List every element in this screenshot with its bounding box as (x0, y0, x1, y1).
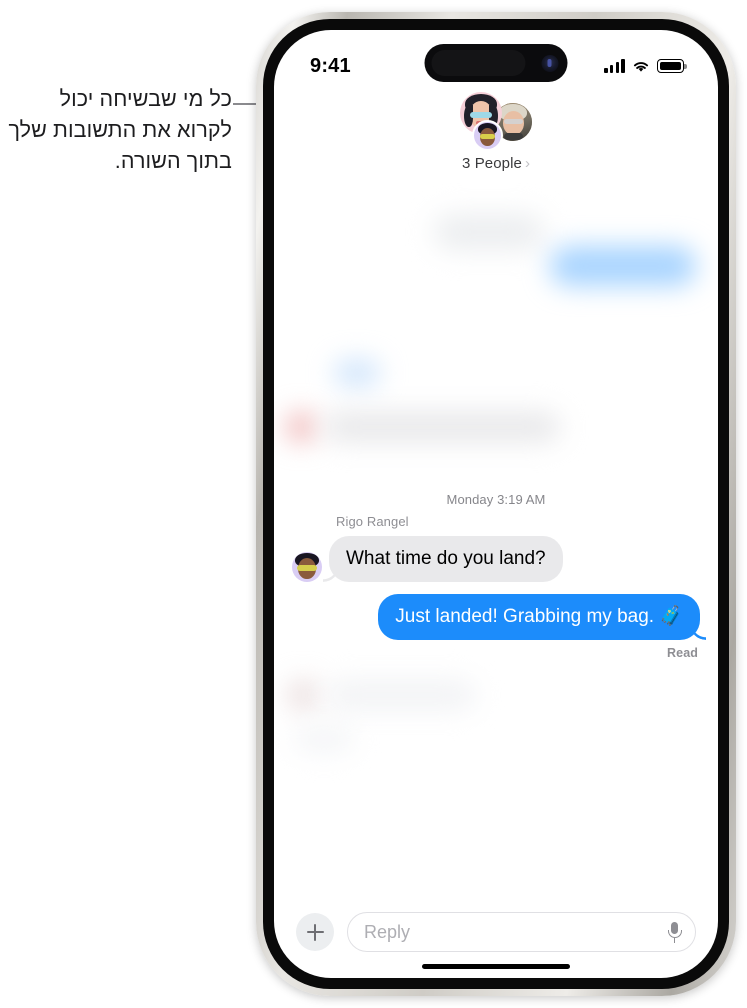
callout-text: כל מי שבשיחה יכול לקרוא את התשובות שלך ב… (8, 87, 232, 173)
dynamic-island (424, 44, 568, 82)
message-sender-name: Rigo Rangel (336, 514, 409, 529)
message-bubble-blurred (434, 214, 544, 250)
message-timestamp: Monday 3:19 AM (446, 492, 546, 507)
message-row-blurred (294, 726, 354, 752)
chevron-right-icon: › (525, 155, 531, 172)
message-row-incoming[interactable]: What time do you land? (292, 536, 563, 582)
status-bar-indicators (604, 58, 687, 73)
message-row-blurred (286, 412, 560, 442)
add-attachment-button[interactable] (296, 913, 334, 951)
avatar-memoji-purple[interactable] (472, 120, 503, 151)
message-bubble-blurred (334, 360, 380, 386)
signal-bars-icon (604, 58, 625, 73)
home-indicator[interactable] (422, 963, 570, 969)
wifi-icon (633, 61, 649, 72)
group-conversation-header[interactable]: 3 People › (274, 92, 718, 172)
battery-full-icon (657, 59, 687, 73)
read-receipt-status: Read (667, 646, 698, 660)
microphone-icon[interactable] (667, 921, 682, 943)
message-bubble-outgoing[interactable]: Just landed! Grabbing my bag. 🧳 (378, 594, 700, 640)
plus-icon (306, 923, 324, 941)
avatar-memoji-purple-small[interactable] (292, 552, 322, 582)
reply-placeholder: Reply (364, 921, 411, 942)
iphone-device-frame: 9:41 3 People › Monday 3:19 AM Rigo Rang… (256, 12, 736, 996)
message-bubble-blurred (550, 246, 696, 286)
message-thread[interactable]: Monday 3:19 AM Rigo Rangel What time do … (274, 170, 718, 886)
island-pill (431, 50, 526, 76)
message-row-blurred (288, 680, 476, 710)
message-bubble-incoming[interactable]: What time do you land? (329, 536, 563, 582)
avatar-stack[interactable] (446, 92, 546, 154)
phone-screen: 9:41 3 People › Monday 3:19 AM Rigo Rang… (274, 30, 718, 978)
status-bar-clock: 9:41 (310, 54, 351, 77)
front-camera-icon (541, 54, 559, 72)
message-row-outgoing[interactable]: Just landed! Grabbing my bag. 🧳 Read (378, 594, 700, 660)
device-bezel: 9:41 3 People › Monday 3:19 AM Rigo Rang… (263, 19, 729, 989)
reply-input[interactable]: Reply (347, 912, 696, 952)
message-input-bar[interactable]: Reply (274, 912, 718, 952)
